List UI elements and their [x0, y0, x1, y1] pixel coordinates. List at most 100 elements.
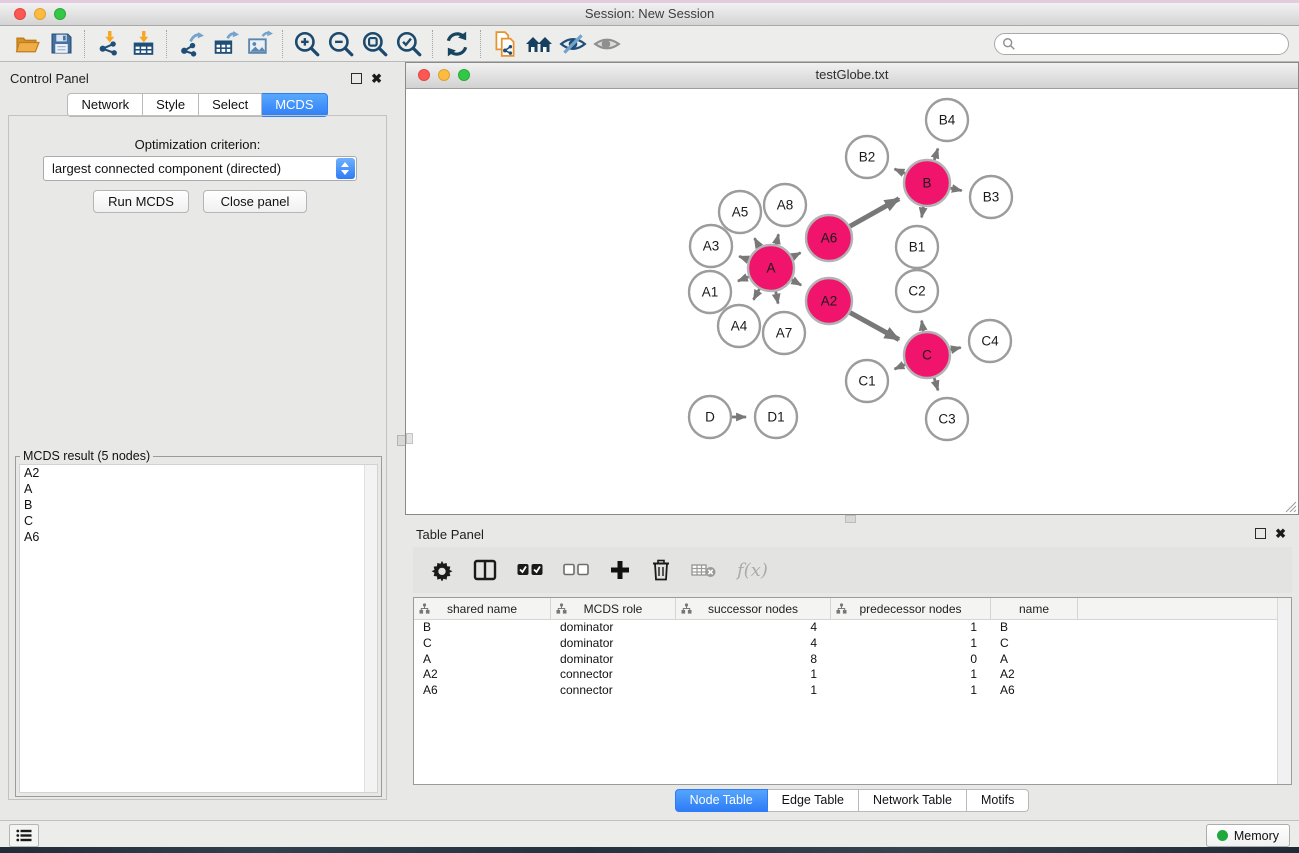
graph-node-A2[interactable]: A2	[806, 278, 852, 324]
export-image-icon[interactable]	[242, 29, 276, 59]
table-scrollbar[interactable]	[1277, 598, 1291, 784]
import-network-icon[interactable]	[92, 29, 126, 59]
tab-edge-table[interactable]: Edge Table	[768, 789, 859, 812]
delete-table-icon[interactable]	[691, 556, 717, 584]
column-header-predecessor-nodes[interactable]: predecessor nodes	[831, 598, 991, 619]
window-edge-handle[interactable]	[406, 433, 413, 444]
graph-node-A6[interactable]: A6	[806, 215, 852, 261]
resize-grip-icon[interactable]	[1283, 499, 1297, 513]
select-all-checkboxes-icon[interactable]	[517, 556, 543, 584]
close-panel-icon[interactable]: ✖	[371, 74, 382, 84]
graph-edge-A-A7[interactable]	[776, 292, 778, 304]
tab-select[interactable]: Select	[199, 93, 262, 117]
task-history-button[interactable]	[9, 824, 39, 847]
minimize-window-button[interactable]	[34, 8, 46, 20]
column-header-shared-name[interactable]: shared name	[414, 598, 551, 619]
graph-node-A8[interactable]: A8	[764, 184, 806, 226]
show-column-icon[interactable]	[473, 556, 497, 584]
graph-edge-C-C1[interactable]	[895, 365, 905, 370]
tab-style[interactable]: Style	[143, 93, 199, 117]
memory-button[interactable]: Memory	[1206, 824, 1290, 847]
graph-node-D[interactable]: D	[689, 396, 731, 438]
table-row[interactable]: Adominator80A	[414, 652, 1291, 668]
graph-edge-A-A5[interactable]	[755, 238, 760, 247]
graph-edge-B-B3[interactable]	[950, 188, 961, 190]
export-table-icon[interactable]	[208, 29, 242, 59]
zoom-fit-icon[interactable]	[358, 29, 392, 59]
save-session-icon[interactable]	[44, 29, 78, 59]
graph-node-A4[interactable]: A4	[718, 305, 760, 347]
deselect-all-checkboxes-icon[interactable]	[563, 556, 589, 584]
birds-eye-view-icon[interactable]	[590, 29, 624, 59]
zoom-out-icon[interactable]	[324, 29, 358, 59]
close-table-panel-icon[interactable]: ✖	[1275, 529, 1286, 539]
search-box[interactable]	[994, 33, 1289, 55]
table-row[interactable]: A2connector11A2	[414, 667, 1291, 683]
column-header-name[interactable]: name	[991, 598, 1078, 619]
graph-node-A7[interactable]: A7	[763, 312, 805, 354]
close-panel-button[interactable]: Close panel	[203, 190, 307, 213]
graph-node-A5[interactable]: A5	[719, 191, 761, 233]
delete-columns-icon[interactable]	[651, 556, 671, 584]
network-canvas[interactable]: AA1A2A3A4A5A6A7A8BB1B2B3B4CC1C2C3C4DD1	[406, 89, 1298, 514]
tab-motifs[interactable]: Motifs	[967, 789, 1029, 812]
mcds-result-item[interactable]: B	[20, 497, 377, 513]
graph-edge-B-B4[interactable]	[934, 149, 938, 161]
graph-node-B3[interactable]: B3	[970, 176, 1012, 218]
graph-edge-C-C4[interactable]	[950, 348, 960, 350]
search-input[interactable]	[1021, 34, 1288, 54]
float-panel-icon[interactable]	[351, 73, 362, 84]
tab-node-table[interactable]: Node Table	[675, 789, 768, 812]
mcds-result-item[interactable]: A6	[20, 529, 377, 545]
float-table-panel-icon[interactable]	[1255, 528, 1266, 539]
graph-node-C4[interactable]: C4	[969, 320, 1011, 362]
mcds-result-item[interactable]: A2	[20, 465, 377, 481]
network-window-titlebar[interactable]: testGlobe.txt	[406, 63, 1298, 89]
criterion-select[interactable]: largest connected component (directed)	[43, 156, 357, 181]
graph-edge-A-A4[interactable]	[753, 289, 759, 300]
tab-mcds[interactable]: MCDS	[262, 93, 327, 117]
graph-node-C[interactable]: C	[904, 332, 950, 378]
run-mcds-button[interactable]: Run MCDS	[93, 190, 189, 213]
function-builder-icon[interactable]: f(x)	[737, 560, 768, 581]
table-row[interactable]: A6connector11A6	[414, 683, 1291, 699]
network-graph[interactable]: AA1A2A3A4A5A6A7A8BB1B2B3B4CC1C2C3C4DD1	[406, 89, 1298, 514]
tab-network[interactable]: Network	[67, 93, 143, 117]
graph-edge-C-C2[interactable]	[922, 321, 924, 332]
table-row[interactable]: Bdominator41B	[414, 620, 1291, 636]
zoom-in-icon[interactable]	[290, 29, 324, 59]
graphics-details-icon[interactable]	[556, 29, 590, 59]
open-session-icon[interactable]	[10, 29, 44, 59]
net-close-button[interactable]	[418, 69, 430, 81]
graph-edge-A-A2[interactable]	[792, 280, 801, 285]
graph-node-C2[interactable]: C2	[896, 270, 938, 312]
graph-node-B1[interactable]: B1	[896, 226, 938, 268]
graph-edge-A-A3[interactable]	[739, 256, 748, 259]
graph-edge-A-A8[interactable]	[776, 234, 778, 244]
zoom-window-button[interactable]	[54, 8, 66, 20]
graph-node-B2[interactable]: B2	[846, 136, 888, 178]
mcds-result-item[interactable]: A	[20, 481, 377, 497]
table-options-icon[interactable]	[431, 556, 453, 584]
table-row[interactable]: Cdominator41C	[414, 636, 1291, 652]
apply-layout-icon[interactable]	[440, 29, 474, 59]
graph-node-B[interactable]: B	[904, 160, 950, 206]
graph-node-C1[interactable]: C1	[846, 360, 888, 402]
graph-edge-A-A6[interactable]	[792, 253, 800, 257]
tab-network-table[interactable]: Network Table	[859, 789, 967, 812]
net-minimize-button[interactable]	[438, 69, 450, 81]
show-overview-icon[interactable]	[522, 29, 556, 59]
mcds-result-item[interactable]: C	[20, 513, 377, 529]
graph-node-D1[interactable]: D1	[755, 396, 797, 438]
create-column-icon[interactable]	[609, 556, 631, 584]
zoom-selected-icon[interactable]	[392, 29, 426, 59]
graph-edge-B-B1[interactable]	[922, 207, 924, 218]
close-window-button[interactable]	[14, 8, 26, 20]
net-zoom-button[interactable]	[458, 69, 470, 81]
graph-node-C3[interactable]: C3	[926, 398, 968, 440]
column-header-successor-nodes[interactable]: successor nodes	[676, 598, 831, 619]
graph-edge-A-A1[interactable]	[738, 277, 749, 281]
graph-node-A[interactable]: A	[748, 245, 794, 291]
column-header-MCDS-role[interactable]: MCDS role	[551, 598, 676, 619]
graph-node-B4[interactable]: B4	[926, 99, 968, 141]
